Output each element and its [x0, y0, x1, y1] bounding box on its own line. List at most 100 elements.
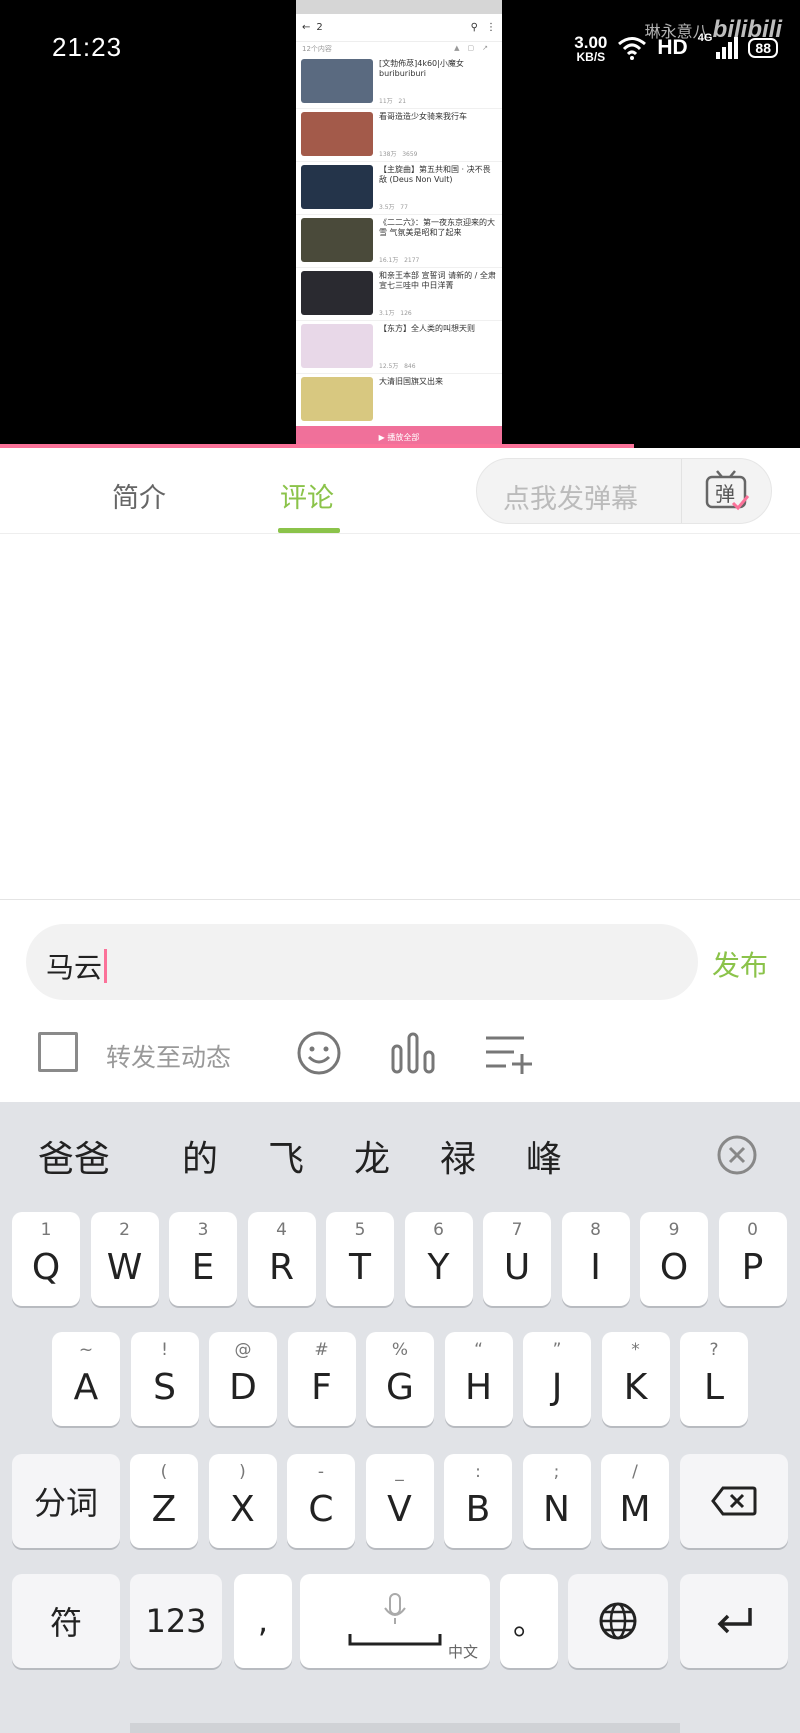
key-letter: B: [465, 1488, 491, 1530]
key-t[interactable]: 5T: [326, 1212, 394, 1306]
publish-button[interactable]: 发布: [712, 944, 768, 984]
key-q[interactable]: 1Q: [12, 1212, 80, 1306]
search-icon: ⚲: [470, 22, 478, 33]
comment-options: 转发至动态: [0, 1020, 800, 1084]
signal-icon: [716, 37, 739, 59]
key-v[interactable]: _ V: [365, 1454, 434, 1548]
key-hint: 0: [747, 1220, 758, 1240]
repost-checkbox[interactable]: [38, 1032, 78, 1072]
key-letter: N: [543, 1488, 570, 1530]
space-bar-icon: [348, 1634, 442, 1646]
key-letter: S: [153, 1366, 176, 1408]
key-a[interactable]: ~ A: [52, 1332, 120, 1426]
key-k[interactable]: * K: [601, 1332, 670, 1426]
video-list-item[interactable]: [文勃佈荩]4k60|小魔女buriburiburi 11万 21: [296, 56, 502, 109]
comment-input[interactable]: 马云: [26, 924, 698, 1000]
candidate[interactable]: 龙: [354, 1130, 390, 1182]
key-h[interactable]: “H: [444, 1332, 513, 1426]
danmaku-toggle-button[interactable]: 弹: [681, 459, 771, 523]
key-hint: %: [391, 1340, 409, 1360]
danmaku-input[interactable]: 点我发弹幕 弹: [476, 458, 772, 524]
numbers-key[interactable]: 123: [130, 1574, 222, 1668]
comment-input-value: 马云: [46, 951, 103, 984]
key-hint: #: [314, 1340, 329, 1360]
key-letter: M: [619, 1488, 651, 1530]
video-list-item[interactable]: 看哥造造少女骑来我行车 138万 3659: [296, 109, 502, 162]
candidate[interactable]: 爸爸: [38, 1130, 110, 1182]
key-d[interactable]: @ D: [209, 1332, 277, 1426]
key-letter: U: [503, 1246, 531, 1288]
key-j[interactable]: ” J: [523, 1332, 591, 1426]
close-candidates-icon[interactable]: [716, 1134, 758, 1176]
language-key[interactable]: [568, 1574, 668, 1668]
key-e[interactable]: 3E: [169, 1212, 237, 1306]
candidate[interactable]: 的: [182, 1130, 218, 1182]
key-m[interactable]: / M: [601, 1454, 669, 1548]
key-o[interactable]: 9O: [640, 1212, 708, 1306]
key-p[interactable]: 0P: [718, 1212, 787, 1306]
danmaku-placeholder: 点我发弹幕: [503, 484, 638, 515]
key-hint: 2: [119, 1220, 130, 1240]
key-hint: ;: [553, 1462, 560, 1482]
video-list-item[interactable]: 【东方】全人类的叫想天则 12.5万 846: [296, 321, 502, 374]
backspace-icon: [711, 1486, 757, 1516]
key-hint: 5: [354, 1220, 366, 1240]
key-letter: Z: [151, 1488, 177, 1530]
video-thumbnail: [301, 165, 373, 209]
video-list-item[interactable]: 《二二六》：第一夜东京迎来的大雪 气氛美是昭和了起来 16.1万 2177: [296, 215, 502, 268]
network-type: 4G: [697, 32, 713, 44]
key-b[interactable]: :B: [444, 1454, 512, 1548]
vote-icon[interactable]: [390, 1030, 436, 1076]
key-n[interactable]: ; N: [522, 1454, 591, 1548]
comma-key[interactable]: ,: [234, 1574, 292, 1668]
key-l[interactable]: ? L: [680, 1332, 748, 1426]
tab-intro[interactable]: 简介: [112, 476, 166, 515]
key-hint: 1: [40, 1220, 52, 1240]
status-icons: 3.00 KB/S HD 4G 88: [574, 30, 778, 66]
key-hint: @: [234, 1340, 252, 1360]
add-list-icon[interactable]: [484, 1030, 534, 1076]
video-title: 【主旋曲】第五共和国 · 决不畏敌 (Deus Non Vult): [379, 165, 491, 184]
key-i[interactable]: 8I: [561, 1212, 630, 1306]
key-w[interactable]: 2W: [90, 1212, 159, 1306]
candidate[interactable]: 飞: [268, 1130, 304, 1182]
segment-key[interactable]: 分词: [12, 1454, 120, 1548]
key-c[interactable]: -C: [287, 1454, 355, 1548]
key-hint: 4: [276, 1220, 287, 1240]
backspace-key[interactable]: [680, 1454, 788, 1548]
key-f[interactable]: # F: [287, 1332, 356, 1426]
key-s[interactable]: ! S: [130, 1332, 199, 1426]
key-r[interactable]: 4R: [247, 1212, 316, 1306]
key-g[interactable]: % G: [366, 1332, 434, 1426]
more-icon: ⋮: [486, 22, 496, 33]
video-meta: 12.5万 846: [379, 363, 416, 370]
video-thumbnail: [301, 377, 373, 421]
video-list-item[interactable]: 大清旧国旗又出来: [296, 374, 502, 427]
space-key[interactable]: 中文: [300, 1574, 490, 1668]
key-letter: O: [659, 1246, 689, 1288]
video-thumbnail: [301, 324, 373, 368]
enter-key[interactable]: [680, 1574, 788, 1668]
video-thumbnail: [301, 271, 373, 315]
emoji-icon[interactable]: [296, 1030, 342, 1076]
video-thumbnail: [301, 218, 373, 262]
key-x[interactable]: ) X: [208, 1454, 277, 1548]
candidate[interactable]: 禄: [440, 1130, 476, 1182]
period-key[interactable]: 。: [500, 1574, 558, 1668]
key-hint: :: [475, 1462, 481, 1482]
video-list-item[interactable]: 【主旋曲】第五共和国 · 决不畏敌 (Deus Non Vult) 3.5万 77: [296, 162, 502, 215]
video-thumbnail: [301, 59, 373, 103]
key-letter: T: [349, 1246, 371, 1288]
symbol-key[interactable]: 符: [12, 1574, 120, 1668]
key-letter: J: [551, 1366, 563, 1408]
video-list-item[interactable]: 和亲王本部 宣誓词 请新的 / 全肃宣七三哇中 中日洋菁 3.1万 126: [296, 268, 502, 321]
video-meta: 3.5万 77: [379, 204, 408, 211]
tab-comments[interactable]: 评论: [280, 476, 334, 515]
video-player[interactable]: 21:23 ← 2 ⚲ ⋮ 12个内容 ▲▢↗ [文勃佈荩]4k60|小魔女bu…: [0, 0, 800, 448]
key-u[interactable]: 7U: [483, 1212, 551, 1306]
key-z[interactable]: (Z: [130, 1454, 198, 1548]
ime-keyboard: 爸爸 的 飞 龙 禄 峰 分词 符 123 , 中文 。 1 Q 2 W 3 E…: [0, 1102, 800, 1733]
key-letter: W: [106, 1246, 143, 1288]
key-y[interactable]: 6Y: [404, 1212, 473, 1306]
candidate[interactable]: 峰: [526, 1130, 562, 1182]
